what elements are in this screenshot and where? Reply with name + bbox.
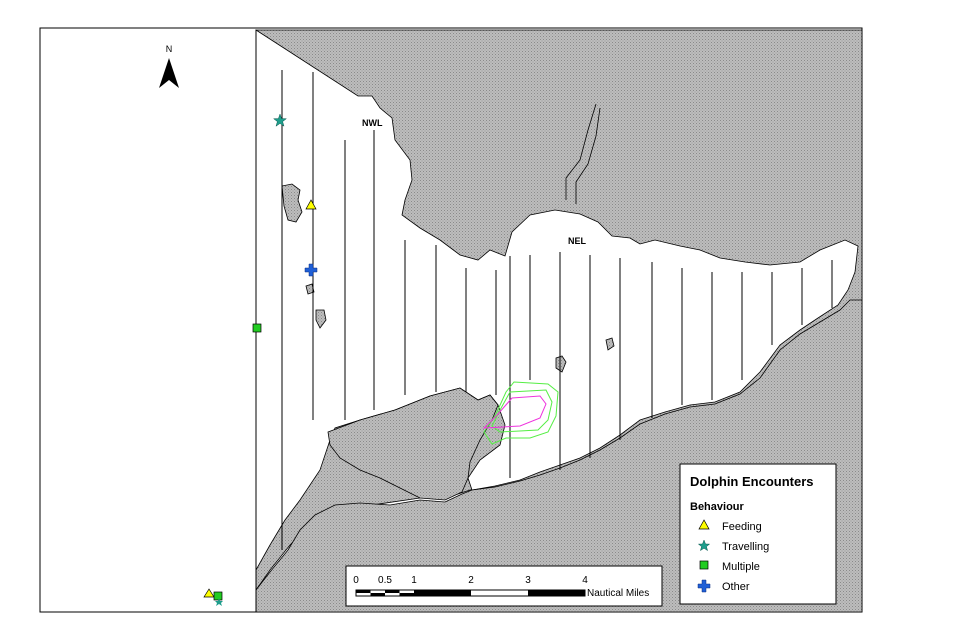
scale-tick-label: 4 xyxy=(582,575,588,586)
square-icon xyxy=(699,560,709,570)
scale-tick-label: 1 xyxy=(411,575,417,586)
legend-item-multiple: Multiple xyxy=(722,561,760,573)
legend-subtitle: Behaviour xyxy=(690,501,745,513)
scale-bar: 0 0.5 1 2 3 4 Nautical Miles xyxy=(345,565,663,607)
legend-item-feeding: Feeding xyxy=(722,521,762,533)
square-icon xyxy=(213,591,223,601)
scale-tick-label: 0 xyxy=(353,575,359,586)
scale-tick-label: 3 xyxy=(525,575,531,586)
scale-tick-label: 2 xyxy=(468,575,474,586)
legend-item-travelling: Travelling xyxy=(722,541,769,553)
legend: Dolphin Encounters Behaviour Feeding Tra… xyxy=(679,463,837,605)
place-label-nwl: NWL xyxy=(362,118,383,128)
scale-unit: Nautical Miles xyxy=(587,588,649,599)
place-label-nel: NEL xyxy=(568,236,587,246)
scale-tick-label: 0.5 xyxy=(378,575,392,586)
square-icon xyxy=(252,323,262,333)
legend-item-other: Other xyxy=(722,581,750,593)
legend-title: Dolphin Encounters xyxy=(690,474,814,489)
north-label: N xyxy=(166,44,173,54)
